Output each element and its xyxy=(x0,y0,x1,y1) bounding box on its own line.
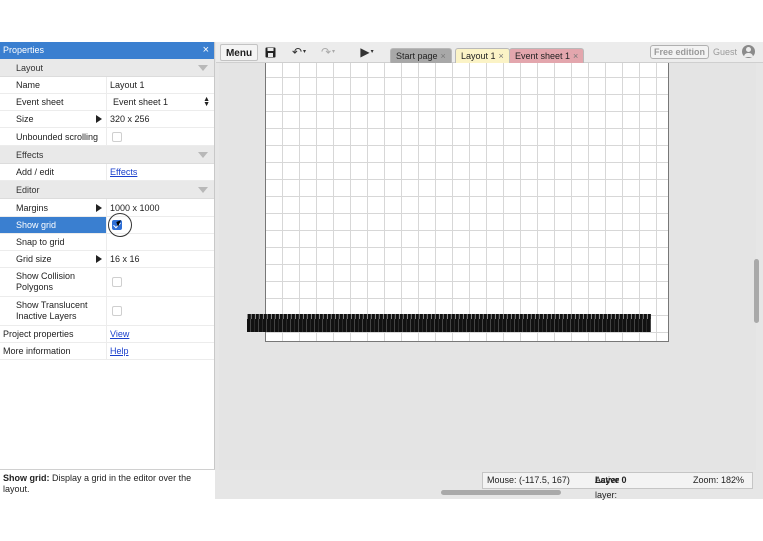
free-edition-badge[interactable]: Free edition xyxy=(650,45,710,59)
prop-row-show-translucent-inactive-layers[interactable]: Show Translucent Inactive Layers xyxy=(0,297,214,326)
prop-row-grid-size[interactable]: Grid size 16 x 16 xyxy=(0,251,214,268)
prop-label: Name xyxy=(0,77,107,93)
guest-label[interactable]: Guest xyxy=(713,45,737,59)
unbounded-scrolling-checkbox[interactable] xyxy=(112,131,122,142)
menu-button[interactable]: Menu xyxy=(220,44,258,61)
prop-label: More information xyxy=(0,343,107,359)
save-icon[interactable] xyxy=(262,44,278,61)
prop-label: Grid size xyxy=(0,251,107,267)
prop-value-name[interactable]: Layout 1 xyxy=(107,77,214,93)
prop-row-unbounded-scrolling[interactable]: Unbounded scrolling xyxy=(0,128,214,146)
prop-label: Size xyxy=(0,111,107,127)
prop-label-line2: Inactive Layers xyxy=(16,311,77,321)
prop-label: Event sheet xyxy=(0,94,107,110)
prop-label-text: Size xyxy=(16,114,34,124)
tab-event-sheet-1[interactable]: Event sheet 1 × xyxy=(509,48,585,63)
vertical-scrollbar[interactable] xyxy=(750,63,763,493)
tab-layout-1[interactable]: Layout 1 × xyxy=(455,48,510,63)
tab-start-page[interactable]: Start page × xyxy=(390,48,452,63)
prop-row-name[interactable]: Name Layout 1 xyxy=(0,77,214,94)
vertical-scroll-thumb[interactable] xyxy=(754,259,759,323)
show-collision-checkbox[interactable] xyxy=(112,277,122,287)
tab-label: Start page xyxy=(396,51,438,61)
main-toolbar: Menu ↶▾ ↷▾ ▶▾ Start page × Layout 1 × Even… xyxy=(216,42,763,63)
effects-link[interactable]: Effects xyxy=(110,167,137,177)
event-sheet-select-value: Event sheet 1 xyxy=(113,97,169,107)
margins-value: 1000 x 1000 xyxy=(110,202,160,213)
prop-label-selected: Show grid xyxy=(0,217,107,233)
select-arrows-icon: ▲ ▼ xyxy=(203,96,210,108)
prop-label: Show Translucent Inactive Layers xyxy=(0,297,107,325)
redo-icon[interactable]: ↷▾ xyxy=(318,44,338,61)
prop-row-project-properties[interactable]: Project properties View xyxy=(0,326,214,343)
section-layout-label: Layout xyxy=(16,63,44,73)
active-layer-label: Active layer: xyxy=(595,475,620,500)
construct-editor: Properties × Layout Name Layout 1 Event … xyxy=(0,42,763,500)
section-effects-label: Effects xyxy=(16,150,44,160)
snap-to-grid-value[interactable] xyxy=(107,234,214,250)
expand-icon[interactable] xyxy=(96,255,102,263)
grid-size-value: 16 x 16 xyxy=(110,254,140,264)
status-bar: Mouse: (-117.5, 167) Active layer: Layer… xyxy=(482,472,753,500)
properties-panel: Properties × Layout Name Layout 1 Event … xyxy=(0,42,215,499)
prop-label-line1: Show Collision xyxy=(16,271,76,281)
prop-label-line1: Show Translucent xyxy=(16,300,88,310)
event-sheet-select[interactable]: Event sheet 1 ▲ ▼ xyxy=(107,94,214,110)
section-layout[interactable]: Layout xyxy=(0,59,214,77)
prop-row-event-sheet[interactable]: Event sheet Event sheet 1 ▲ ▼ xyxy=(0,94,214,111)
prop-label-line2: Polygons xyxy=(16,282,54,292)
active-layer: Active layer: Layer 0 xyxy=(595,473,627,500)
property-help-text: Show grid: Display a grid in the editor … xyxy=(0,469,215,499)
prop-row-show-collision-polygons[interactable]: Show Collision Polygons xyxy=(0,268,214,297)
section-editor[interactable]: Editor xyxy=(0,181,214,199)
properties-title: Properties xyxy=(3,45,45,55)
prop-label: Show Collision Polygons xyxy=(0,268,107,296)
horizontal-scroll-thumb[interactable] xyxy=(441,490,561,495)
properties-title-bar: Properties × xyxy=(0,42,214,59)
undo-icon[interactable]: ↶▾ xyxy=(289,44,309,61)
zoom-level: Zoom: 182% xyxy=(693,475,745,485)
play-icon[interactable]: ▶▾ xyxy=(356,44,378,61)
mouse-position: Mouse: (-117.5, 167) xyxy=(487,475,570,485)
close-tab-icon[interactable]: × xyxy=(499,51,504,61)
help-title: Show grid: xyxy=(3,473,50,483)
collapse-icon[interactable] xyxy=(198,187,208,193)
prop-label: Project properties xyxy=(0,326,107,342)
expand-icon[interactable] xyxy=(96,115,102,123)
section-editor-label: Editor xyxy=(16,185,40,195)
close-tab-icon[interactable]: × xyxy=(573,51,578,61)
show-translucent-checkbox[interactable] xyxy=(112,306,122,316)
tab-label: Layout 1 xyxy=(461,51,496,61)
expand-icon[interactable] xyxy=(96,203,102,212)
close-icon[interactable]: × xyxy=(203,42,209,59)
tab-label: Event sheet 1 xyxy=(515,51,571,61)
horizontal-scrollbar[interactable] xyxy=(219,488,750,496)
prop-row-more-information[interactable]: More information Help xyxy=(0,343,214,360)
prop-label: Snap to grid xyxy=(0,234,107,250)
layout-area-grid[interactable] xyxy=(265,63,669,342)
prop-row-margins[interactable]: Margins 1000 x 1000 xyxy=(0,199,214,217)
prop-label: Add / edit xyxy=(0,164,107,180)
prop-label: Unbounded scrolling xyxy=(0,128,107,145)
prop-row-snap-to-grid[interactable]: Snap to grid xyxy=(0,234,214,251)
collapse-icon[interactable] xyxy=(198,152,208,158)
user-icon[interactable] xyxy=(742,45,755,58)
tiled-background-object[interactable] xyxy=(247,314,651,332)
close-tab-icon[interactable]: × xyxy=(441,51,446,61)
section-effects[interactable]: Effects xyxy=(0,146,214,164)
view-link[interactable]: View xyxy=(110,329,129,339)
size-value: 320 x 256 xyxy=(110,114,150,124)
layout-canvas[interactable] xyxy=(219,63,756,470)
prop-row-show-grid[interactable]: Show grid xyxy=(0,213,214,237)
prop-value-grid-size[interactable]: 16 x 16 xyxy=(96,251,214,267)
prop-value-size[interactable]: 320 x 256 xyxy=(96,111,214,127)
prop-label: Margins xyxy=(0,199,107,216)
prop-row-add-edit[interactable]: Add / edit Effects xyxy=(0,164,214,181)
collapse-icon[interactable] xyxy=(198,65,208,71)
help-link[interactable]: Help xyxy=(110,346,129,356)
prop-row-size[interactable]: Size 320 x 256 xyxy=(0,111,214,128)
